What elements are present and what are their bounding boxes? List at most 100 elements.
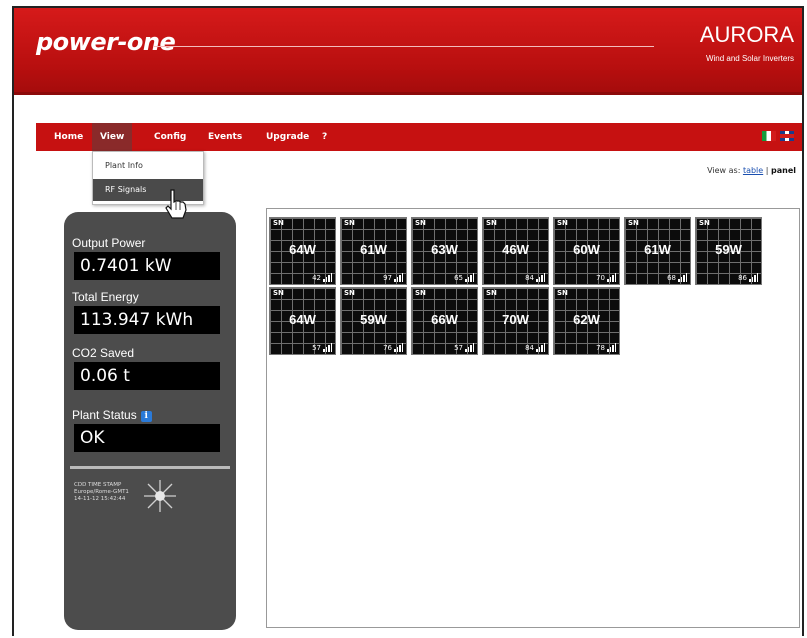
solar-panel-module[interactable]: SN 59W 76 — [340, 287, 407, 355]
power-one-logo: power-one — [36, 28, 176, 56]
solar-panel-module[interactable]: SN 70W 84 — [482, 287, 549, 355]
panel-signal-value: 86 — [738, 274, 747, 282]
app-header: power-one AURORA Wind and Solar Inverter… — [14, 8, 802, 95]
solar-panel-module[interactable]: SN 66W 57 — [411, 287, 478, 355]
signal-strength-icon — [607, 273, 616, 282]
view-as-panel-link[interactable]: panel — [771, 166, 796, 175]
plant-status-value: OK — [74, 424, 220, 452]
panel-signal-value: 68 — [667, 274, 676, 282]
panel-signal-value: 70 — [596, 274, 605, 282]
nav-config[interactable]: Config — [146, 123, 194, 151]
panel-divider — [70, 466, 230, 469]
panel-serial-label: SN — [628, 219, 639, 227]
panel-signal: 78 — [596, 343, 616, 352]
solar-panel-module[interactable]: SN 60W 70 — [553, 217, 620, 285]
solar-panel-module[interactable]: SN 63W 65 — [411, 217, 478, 285]
panel-signal: 97 — [383, 273, 403, 282]
output-power-value: 0.7401 kW — [74, 252, 220, 280]
view-as-toggle: View as: table | panel — [707, 166, 796, 175]
solar-panel-module[interactable]: SN 46W 84 — [482, 217, 549, 285]
solar-panel-module[interactable]: SN 64W 42 — [269, 217, 336, 285]
language-switcher — [762, 131, 794, 141]
panel-serial-label: SN — [273, 289, 284, 297]
panel-power-value: 63W — [431, 242, 458, 257]
panel-signal: 57 — [312, 343, 332, 352]
view-as-separator: | — [765, 166, 769, 175]
panel-signal-value: 57 — [312, 344, 321, 352]
signal-strength-icon — [323, 273, 332, 282]
panel-serial-label: SN — [557, 289, 568, 297]
panel-signal: 70 — [596, 273, 616, 282]
panel-power-value: 59W — [360, 312, 387, 327]
plant-status-panel: Output Power 0.7401 kW Total Energy 113.… — [64, 212, 236, 630]
signal-strength-icon — [465, 343, 474, 352]
italian-flag-icon[interactable] — [762, 131, 776, 141]
panel-serial-label: SN — [486, 219, 497, 227]
panel-power-value: 61W — [644, 242, 671, 257]
view-as-label: View as: — [707, 166, 741, 175]
panel-signal: 68 — [667, 273, 687, 282]
timestamp-title: CDD TIME STAMP — [74, 482, 122, 488]
total-energy-label: Total Energy — [72, 290, 139, 304]
panel-power-value: 70W — [502, 312, 529, 327]
panel-signal-value: 84 — [525, 274, 534, 282]
panel-signal-value: 42 — [312, 274, 321, 282]
panel-serial-label: SN — [486, 289, 497, 297]
signal-strength-icon — [465, 273, 474, 282]
signal-strength-icon — [536, 273, 545, 282]
solar-panel-module[interactable]: SN 59W 86 — [695, 217, 762, 285]
panel-signal-value: 76 — [383, 344, 392, 352]
panel-signal-value: 57 — [454, 344, 463, 352]
output-power-label: Output Power — [72, 236, 146, 250]
co2-saved-value: 0.06 t — [74, 362, 220, 390]
panel-serial-label: SN — [557, 219, 568, 227]
panel-power-value: 66W — [431, 312, 458, 327]
panel-signal: 84 — [525, 273, 545, 282]
solar-panel-module[interactable]: SN 64W 57 — [269, 287, 336, 355]
panel-signal-value: 65 — [454, 274, 463, 282]
signal-strength-icon — [607, 343, 616, 352]
timestamp-timezone: Europe/Rome-GMT1 — [74, 489, 129, 495]
timestamp-datetime: 14-11-12 15:42:44 — [74, 496, 126, 502]
panel-serial-label: SN — [415, 289, 426, 297]
panel-signal-value: 84 — [525, 344, 534, 352]
panel-signal: 42 — [312, 273, 332, 282]
panel-serial-label: SN — [344, 219, 355, 227]
panel-power-value: 64W — [289, 242, 316, 257]
panel-power-value: 60W — [573, 242, 600, 257]
panel-signal-value: 97 — [383, 274, 392, 282]
panel-grid: SN 64W 42 SN 61W 97 SN 63W 65 SN 46W 84 SN 60W 70 SN 61W… — [266, 208, 800, 628]
timestamp-block: CDD TIME STAMP Europe/Rome-GMT1 14-11-12… — [74, 482, 129, 503]
uk-flag-icon[interactable] — [780, 131, 794, 141]
panel-power-value: 61W — [360, 242, 387, 257]
solar-panel-module[interactable]: SN 62W 78 — [553, 287, 620, 355]
panel-signal: 84 — [525, 343, 545, 352]
nav-upgrade[interactable]: Upgrade — [258, 123, 317, 151]
signal-strength-icon — [749, 273, 758, 282]
panel-signal-value: 78 — [596, 344, 605, 352]
solar-panel-module[interactable]: SN 61W 97 — [340, 217, 407, 285]
panel-serial-label: SN — [699, 219, 710, 227]
menu-item-plant-info[interactable]: Plant Info — [93, 155, 203, 177]
co2-saved-label: CO2 Saved — [72, 346, 135, 360]
brand-subtitle: Wind and Solar Inverters — [705, 54, 794, 63]
signal-strength-icon — [678, 273, 687, 282]
nav-help[interactable]: ? — [314, 123, 335, 151]
nav-view[interactable]: View — [92, 123, 133, 151]
solar-panel-module[interactable]: SN 61W 68 — [624, 217, 691, 285]
main-nav: Home View Config Events Upgrade ? — [36, 123, 802, 151]
panel-power-value: 62W — [573, 312, 600, 327]
info-icon[interactable]: i — [140, 411, 152, 422]
total-energy-value: 113.947 kWh — [74, 306, 220, 334]
nav-events[interactable]: Events — [200, 123, 250, 151]
panel-power-value: 46W — [502, 242, 529, 257]
hand-cursor-icon — [165, 189, 187, 219]
panel-serial-label: SN — [415, 219, 426, 227]
signal-strength-icon — [323, 343, 332, 352]
panel-signal: 57 — [454, 343, 474, 352]
panel-serial-label: SN — [273, 219, 284, 227]
signal-strength-icon — [536, 343, 545, 352]
nav-home[interactable]: Home — [46, 123, 91, 151]
panel-signal: 86 — [738, 273, 758, 282]
view-as-table-link[interactable]: table — [743, 166, 763, 175]
